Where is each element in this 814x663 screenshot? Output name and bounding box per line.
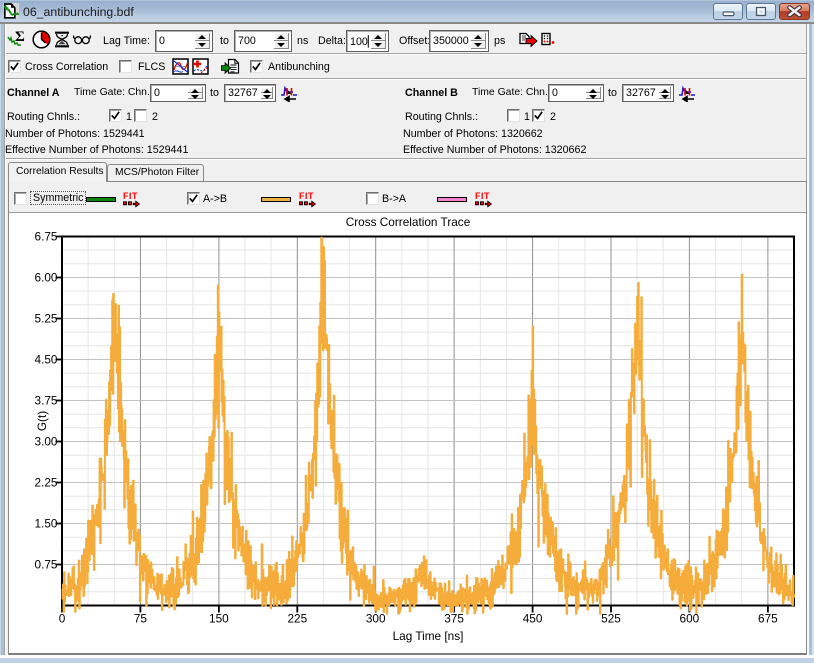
svg-text:75: 75: [134, 612, 148, 626]
svg-text:FIT: FIT: [123, 191, 138, 201]
svg-text:4.50: 4.50: [35, 353, 58, 367]
svg-text:6.75: 6.75: [35, 230, 58, 244]
svg-text:0.75: 0.75: [35, 558, 58, 572]
svg-text:600: 600: [680, 612, 700, 626]
svg-text:3.00: 3.00: [35, 435, 58, 449]
svg-text:2.25: 2.25: [35, 476, 58, 490]
svg-text:Σ: Σ: [15, 29, 25, 45]
svg-text:5.25: 5.25: [35, 312, 58, 326]
svg-text:525: 525: [601, 612, 621, 626]
svg-text:FIT: FIT: [475, 191, 490, 201]
svg-text:G(t): G(t): [35, 411, 49, 431]
svg-text:675: 675: [758, 612, 778, 626]
svg-text:375: 375: [444, 612, 464, 626]
svg-text:Cross Correlation Trace: Cross Correlation Trace: [346, 215, 471, 229]
svg-text:300: 300: [366, 612, 386, 626]
svg-text:3.75: 3.75: [35, 394, 58, 408]
svg-text:0: 0: [59, 612, 66, 626]
svg-text:150: 150: [209, 612, 229, 626]
svg-text:1.50: 1.50: [35, 517, 58, 531]
svg-text:6.00: 6.00: [35, 271, 58, 285]
svg-text:225: 225: [287, 612, 307, 626]
svg-text:FIT: FIT: [299, 191, 314, 201]
svg-text:450: 450: [523, 612, 543, 626]
svg-text:Lag Time [ns]: Lag Time [ns]: [393, 629, 464, 643]
